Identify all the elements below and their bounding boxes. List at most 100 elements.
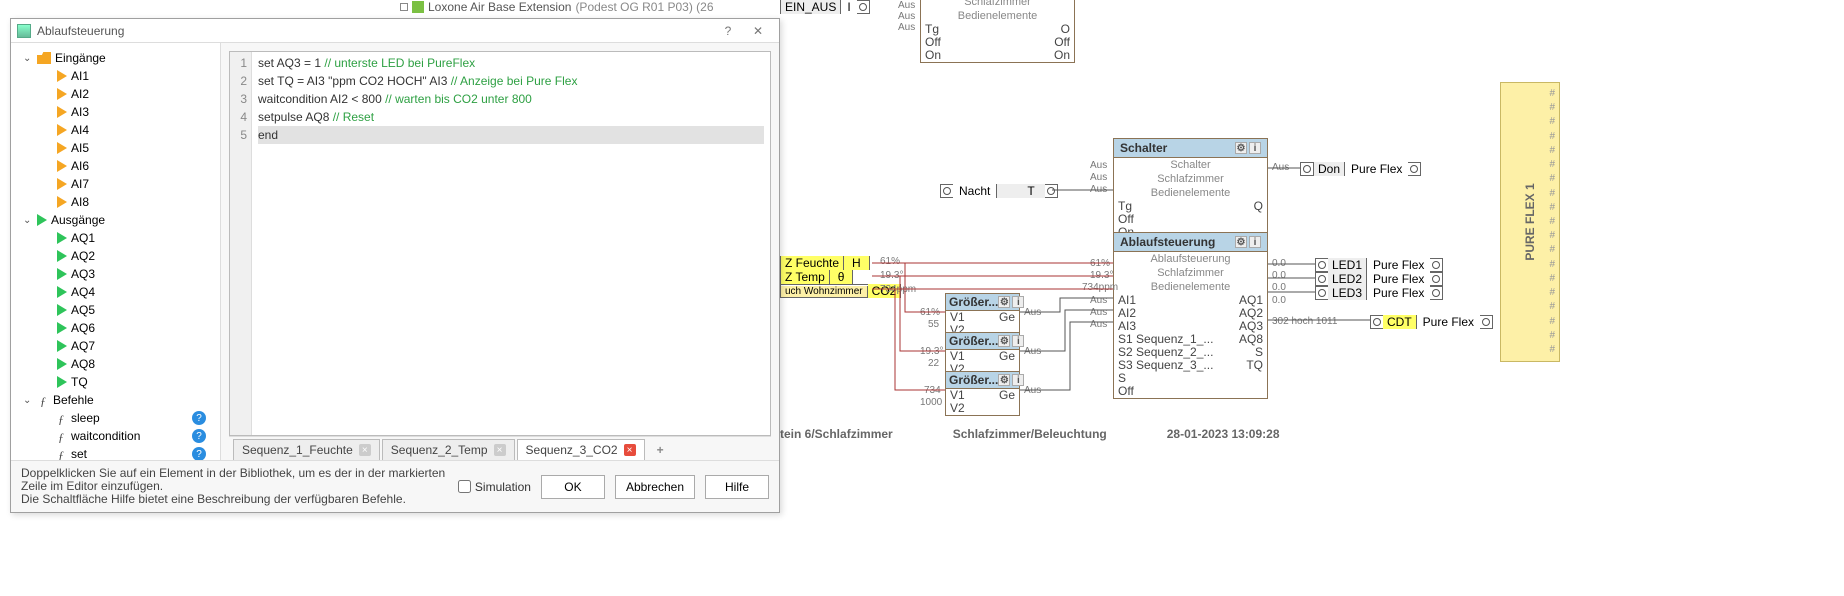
gear-icon[interactable]: ⚙ <box>1235 236 1247 248</box>
tree-item-label: AI2 <box>71 87 89 101</box>
tree-item[interactable]: AQ3 <box>11 265 220 283</box>
function-icon: ƒ <box>55 412 67 424</box>
code-line[interactable]: setpulse AQ8 // Reset <box>258 108 764 126</box>
tree-item[interactable]: AI4 <box>11 121 220 139</box>
tree-item-label: AQ6 <box>71 321 95 335</box>
line-gutter: 12345 <box>230 52 252 435</box>
dialog-titlebar[interactable]: Ablaufsteuerung ? ✕ <box>11 19 779 43</box>
sensor-feuchte[interactable]: Z FeuchteH <box>780 256 870 270</box>
output-icon <box>57 232 67 244</box>
tree-item[interactable]: AQ6 <box>11 319 220 337</box>
simulation-checkbox[interactable]: Simulation <box>458 480 531 494</box>
led3-node[interactable]: LED3Pure Flex <box>1315 286 1443 300</box>
help-icon[interactable]: ? <box>192 447 206 460</box>
led1-node[interactable]: LED1Pure Flex <box>1315 258 1443 272</box>
status-bar: tein 6/Schlafzimmer Schlafzimmer/Beleuch… <box>780 427 1280 441</box>
tree-item[interactable]: AI1 <box>11 67 220 85</box>
tree-group-outputs[interactable]: ⌄ Ausgänge <box>11 211 220 229</box>
status-timestamp: 28-01-2023 13:09:28 <box>1167 427 1280 441</box>
tree-item[interactable]: AQ1 <box>11 229 220 247</box>
tab-label: Sequenz_2_Temp <box>391 443 488 457</box>
tree-item-label: AQ7 <box>71 339 95 353</box>
info-icon[interactable]: i <box>1012 296 1024 308</box>
tree-item-label: AQ4 <box>71 285 95 299</box>
editor-tab[interactable]: Sequenz_1_Feuchte× <box>233 439 380 460</box>
tree-item[interactable]: AQ5 <box>11 301 220 319</box>
help-icon[interactable]: ? <box>192 411 206 425</box>
new-tab-button[interactable]: + <box>647 439 674 460</box>
tree-group-commands[interactable]: ⌄ ƒ Befehle <box>11 391 220 409</box>
code-line[interactable]: end <box>258 126 764 144</box>
tree-item[interactable]: AQ2 <box>11 247 220 265</box>
library-tree[interactable]: ⌄ Eingänge AI1 AI2 AI3AI4AI5AI6AI7AI8 ⌄ Au… <box>11 43 221 460</box>
tree-item-label: AQ3 <box>71 267 95 281</box>
code-line[interactable]: waitcondition AI2 < 800 // warten bis CO… <box>258 90 764 108</box>
tree-item-label: AQ8 <box>71 357 95 371</box>
help-button[interactable]: ? <box>713 21 743 41</box>
chevron-down-icon[interactable]: ⌄ <box>23 215 33 226</box>
tree-group-inputs[interactable]: ⌄ Eingänge <box>11 49 220 67</box>
tree-item[interactable]: AI2 <box>11 85 220 103</box>
tree-item[interactable]: AI8 <box>11 193 220 211</box>
input-icon <box>57 160 67 172</box>
gear-icon[interactable]: ⚙ <box>998 374 1010 386</box>
code-editor[interactable]: 12345 set AQ3 = 1 // unterste LED bei Pu… <box>229 51 771 436</box>
tree-item[interactable]: AI3 <box>11 103 220 121</box>
tab-close-icon[interactable]: × <box>624 444 636 456</box>
ablaufsteuerung-block[interactable]: Ablaufsteuerung ⚙i Ablaufsteuerung Schla… <box>1113 232 1268 399</box>
groesser-block-3[interactable]: Größer... ⚙i V1Ge V2 <box>945 371 1020 416</box>
code-line[interactable]: set AQ3 = 1 // unterste LED bei PureFlex <box>258 54 764 72</box>
tree-node-label: Loxone Air Base Extension <box>428 0 571 14</box>
tree-item[interactable]: ƒwaitcondition? <box>11 427 220 445</box>
tab-close-icon[interactable]: × <box>359 444 371 456</box>
tree-item[interactable]: AI7 <box>11 175 220 193</box>
close-button[interactable]: ✕ <box>743 21 773 41</box>
sensor-temp[interactable]: Z Tempθ <box>780 270 853 284</box>
brand-icon <box>412 1 424 13</box>
editor-tab[interactable]: Sequenz_3_CO2× <box>517 439 645 460</box>
info-icon[interactable]: i <box>1249 236 1261 248</box>
simulation-checkbox-input[interactable] <box>458 480 471 493</box>
tree-item-label: TQ <box>71 375 88 389</box>
input-icon <box>57 178 67 190</box>
schalter-block[interactable]: Schalter ⚙i Schalter Schlafzimmer Bedien… <box>1113 138 1268 240</box>
tree-item[interactable]: ƒset? <box>11 445 220 460</box>
don-pureflex-node[interactable]: Don Pure Flex <box>1300 162 1421 176</box>
led2-node[interactable]: LED2Pure Flex <box>1315 272 1443 286</box>
function-icon: ƒ <box>37 394 49 406</box>
ein-aus-node[interactable]: EIN_AUS I <box>780 0 870 14</box>
info-icon[interactable]: i <box>1012 374 1024 386</box>
help-button-footer[interactable]: Hilfe <box>705 475 769 499</box>
chevron-down-icon[interactable]: ⌄ <box>23 53 33 64</box>
output-icon <box>57 250 67 262</box>
ok-button[interactable]: OK <box>541 475 605 499</box>
tree-item[interactable]: AQ8 <box>11 355 220 373</box>
info-icon[interactable]: i <box>1012 335 1024 347</box>
top-block[interactable]: Schlafzimmer Bedienelemente TgO OffOff O… <box>920 0 1075 63</box>
chevron-down-icon[interactable]: ⌄ <box>23 395 33 406</box>
tree-item[interactable]: AQ4 <box>11 283 220 301</box>
cancel-button[interactable]: Abbrechen <box>615 475 695 499</box>
tab-close-icon[interactable]: × <box>494 444 506 456</box>
gear-icon[interactable]: ⚙ <box>1235 142 1247 154</box>
tree-item[interactable]: ƒsleep? <box>11 409 220 427</box>
ablaufsteuerung-dialog: Ablaufsteuerung ? ✕ ⌄ Eingänge AI1 AI2 AI3… <box>10 18 780 513</box>
nacht-node[interactable]: Nacht T <box>940 184 1058 198</box>
code-body[interactable]: set AQ3 = 1 // unterste LED bei PureFlex… <box>252 52 770 435</box>
function-icon: ƒ <box>55 448 67 460</box>
code-line[interactable]: set TQ = AI3 "ppm CO2 HOCH" AI3 // Anzei… <box>258 72 764 90</box>
gear-icon[interactable]: ⚙ <box>998 335 1010 347</box>
tree-expand-icon[interactable] <box>400 3 408 11</box>
tree-item[interactable]: AI5 <box>11 139 220 157</box>
project-tree-node[interactable]: Loxone Air Base Extension (Podest OG R01… <box>400 0 714 14</box>
tree-item[interactable]: AI6 <box>11 157 220 175</box>
output-icon <box>57 268 67 280</box>
gear-icon[interactable]: ⚙ <box>998 296 1010 308</box>
tree-item[interactable]: TQ <box>11 373 220 391</box>
tree-item[interactable]: AQ7 <box>11 337 220 355</box>
help-icon[interactable]: ? <box>192 429 206 443</box>
reference-block[interactable]: PURE FLEX 1 ####### ####### ##### <box>1500 82 1560 362</box>
info-icon[interactable]: i <box>1249 142 1261 154</box>
editor-tab[interactable]: Sequenz_2_Temp × <box>382 439 515 460</box>
cdt-node[interactable]: CDTPure Flex <box>1370 315 1493 329</box>
